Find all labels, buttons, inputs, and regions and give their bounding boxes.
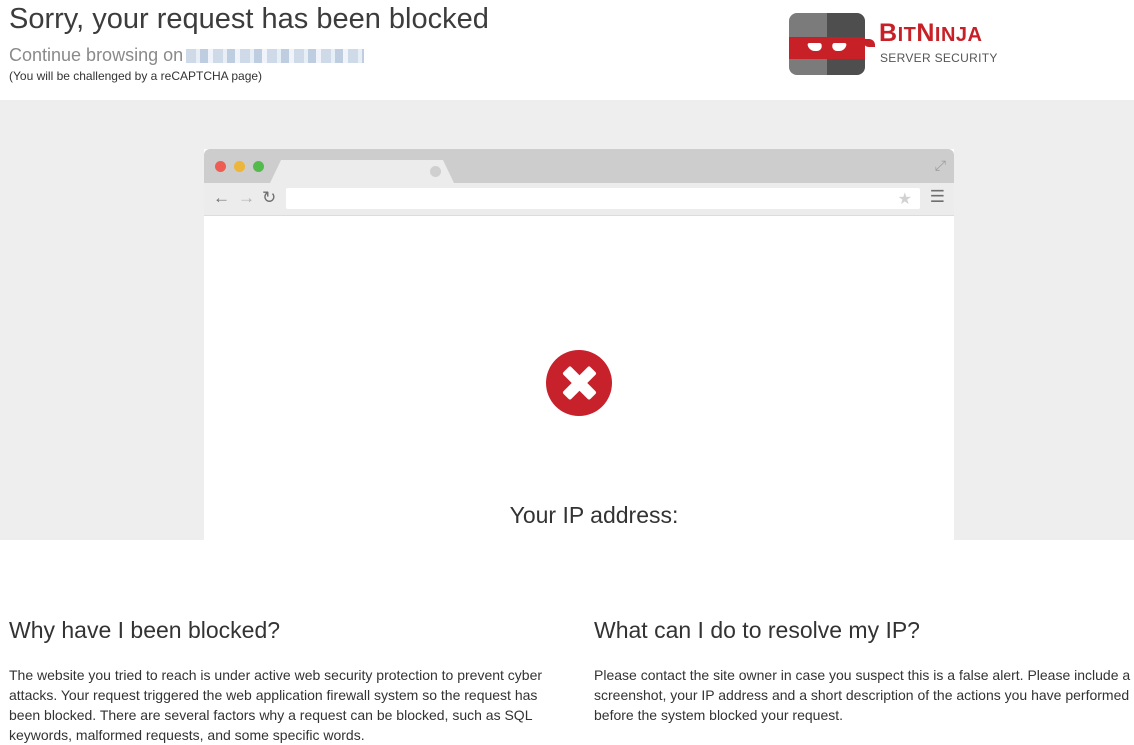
why-blocked-text: The website you tried to reach is under … — [9, 667, 543, 743]
close-dot-icon — [215, 161, 226, 172]
reload-icon: ↻ — [262, 188, 277, 207]
ip-address-label: Your IP address: — [509, 502, 679, 528]
browser-mockup: ⤢ ← → ↻ ★ ☰ Your IP address: — [204, 149, 954, 540]
bitninja-logo: BITNINJA SERVER SECURITY — [789, 13, 999, 77]
header: Sorry, your request has been blocked Con… — [0, 0, 1134, 100]
star-icon: ★ — [897, 191, 912, 208]
menu-icon: ☰ — [929, 187, 945, 206]
brand-subtitle: SERVER SECURITY — [880, 51, 998, 65]
why-blocked-heading: Why have I been blocked? — [9, 617, 281, 643]
resolve-heading: What can I do to resolve my IP? — [594, 617, 920, 643]
minimize-dot-icon — [234, 161, 245, 172]
page-title: Sorry, your request has been blocked — [9, 3, 489, 35]
resolve-text: Please contact the site owner in case yo… — [594, 667, 1131, 723]
recaptcha-hint: (You will be challenged by a reCAPTCHA p… — [9, 69, 263, 83]
forward-arrow-icon: → — [238, 188, 255, 207]
continue-browsing: Continue browsing on — [9, 45, 365, 66]
browser-illustration-area: ⤢ ← → ↻ ★ ☰ Your IP address: — [0, 100, 1134, 540]
maximize-dot-icon — [253, 161, 264, 172]
ninja-mask-icon — [789, 13, 865, 75]
brand-name: BITNINJA — [879, 19, 983, 47]
browser-tab — [270, 160, 454, 183]
browser-title-bar: ⤢ — [204, 149, 954, 183]
continue-browsing-link[interactable] — [186, 49, 365, 64]
continue-browsing-text: Continue browsing on — [9, 45, 184, 65]
error-x-icon — [546, 350, 612, 416]
back-arrow-icon: ← — [213, 188, 230, 207]
resolve-section: What can I do to resolve my IP? Please c… — [594, 617, 1134, 725]
expand-icon: ⤢ — [934, 157, 946, 173]
why-blocked-section: Why have I been blocked? The website you… — [9, 617, 549, 745]
tab-close-icon — [430, 166, 441, 177]
browser-toolbar: ← → ↻ ★ ☰ — [204, 183, 954, 216]
address-bar: ★ — [286, 188, 920, 209]
